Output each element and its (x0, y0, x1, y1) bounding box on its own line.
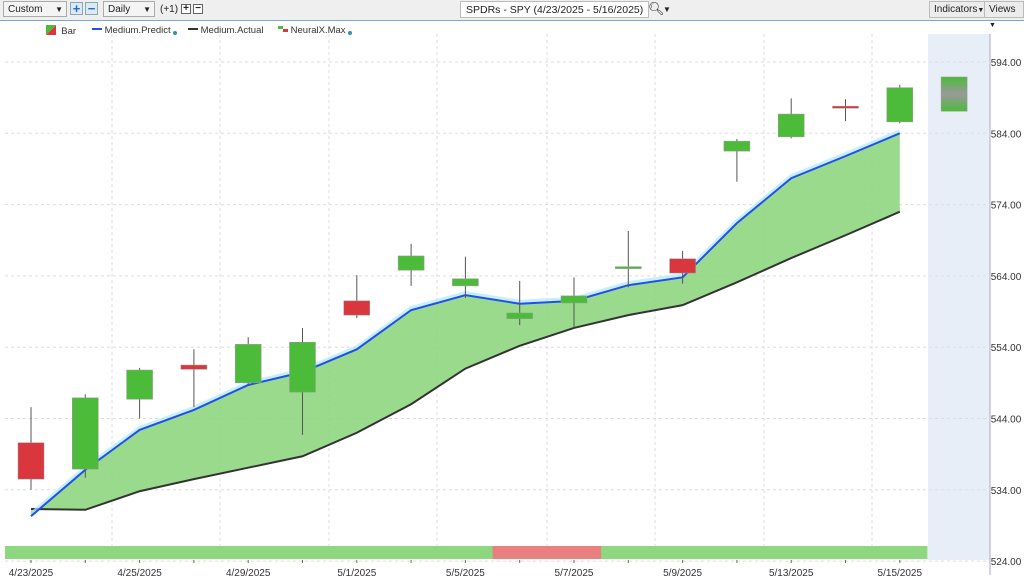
y-tick-label: 564.00 (991, 272, 1022, 283)
candle-body (723, 140, 751, 152)
x-tick-label: 4/23/2025 (9, 568, 54, 579)
forecast-candle (940, 76, 968, 112)
x-tick-label: 5/15/2025 (878, 568, 923, 579)
y-tick-label: 534.00 (991, 486, 1022, 497)
signal-strip-segment (329, 546, 385, 559)
candle-body (615, 266, 642, 269)
predict-actual-fill (31, 133, 900, 517)
signal-strip-segment (818, 546, 874, 559)
candle-body (17, 442, 45, 480)
neural-legend-icon (278, 26, 288, 32)
x-tick-label: 5/1/2025 (337, 568, 376, 579)
y-tick-label: 524.00 (991, 557, 1022, 568)
x-tick-label: 5/7/2025 (555, 568, 594, 579)
candle-body (777, 113, 805, 138)
signal-strip-segment (492, 546, 548, 559)
legend-actual[interactable]: Medium.Actual (188, 25, 263, 36)
x-tick-label: 4/25/2025 (117, 568, 162, 579)
forecast-region (928, 34, 990, 560)
signal-strip-segment (58, 546, 113, 559)
legend-bar-label: Bar (61, 26, 77, 37)
x-tick-label: 5/13/2025 (769, 568, 814, 579)
candle-body (886, 87, 914, 123)
candle-body (669, 258, 696, 274)
candle-body (832, 105, 859, 109)
candle-body (126, 369, 153, 400)
y-tick-label: 544.00 (991, 415, 1022, 426)
candle-body (506, 312, 533, 319)
legend-neural[interactable]: NeuralX.Max (278, 25, 352, 36)
candle-body (343, 300, 371, 316)
candle-body (234, 344, 262, 384)
signal-strip-segment (221, 546, 276, 559)
candle-body (72, 397, 99, 470)
signal-strip-segment (764, 546, 819, 559)
settings-dot-icon (172, 31, 177, 35)
signal-strip-segment (601, 546, 656, 559)
candle-body (560, 295, 588, 304)
signal-strip-segment (5, 546, 59, 559)
y-tick-label: 554.00 (991, 343, 1022, 354)
signal-strip-segment (112, 546, 168, 559)
signal-strip-segment (438, 546, 494, 559)
x-tick-label: 4/29/2025 (226, 568, 271, 579)
signal-strip-segment (166, 546, 222, 559)
candle-body (289, 341, 316, 393)
signal-strip-segment (383, 546, 439, 559)
signal-strip-segment (872, 546, 928, 559)
candle-body (452, 278, 479, 287)
legend-neural-label: NeuralX.Max (290, 25, 346, 36)
signal-strip-segment (709, 546, 765, 559)
signal-strip-segment (275, 546, 331, 559)
signal-strip-segment (546, 546, 602, 559)
candle-body (180, 364, 208, 370)
price-chart[interactable]: 594.00 584.00 574.00 564.00 554.00 544.00 534.… (0, 0, 1024, 582)
y-tick-label: 594.00 (991, 58, 1022, 69)
candle-body (397, 255, 425, 271)
bar-legend-icon (46, 25, 56, 35)
predict-line-icon (92, 28, 102, 30)
x-tick-label: 5/9/2025 (663, 568, 702, 579)
settings-dot-icon (347, 31, 352, 35)
actual-line-icon (188, 28, 198, 30)
y-tick-label: 584.00 (991, 129, 1022, 140)
legend-actual-label: Medium.Actual (200, 25, 264, 36)
signal-strip-segment (655, 546, 711, 559)
legend-predict-label: Medium.Predict (104, 25, 171, 36)
legend-bar[interactable]: Bar (46, 25, 76, 37)
x-tick-label: 5/5/2025 (446, 568, 485, 579)
legend-predict[interactable]: Medium.Predict (92, 25, 177, 36)
y-tick-label: 574.00 (991, 201, 1022, 212)
